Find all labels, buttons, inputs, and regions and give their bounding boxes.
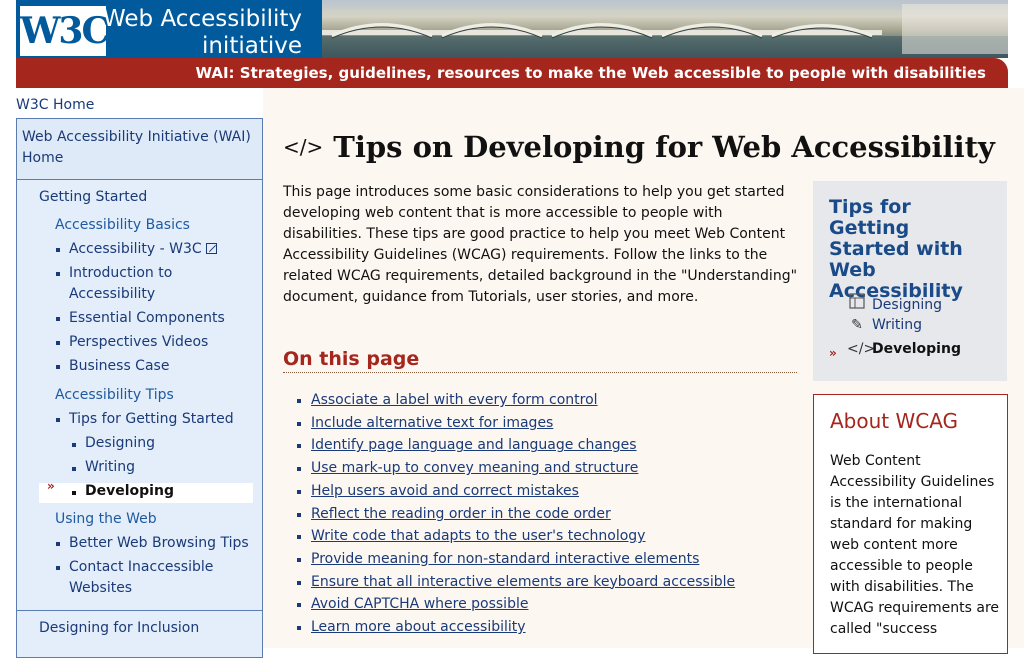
sidebar-item-label: Contact Inaccessible Websites <box>69 559 214 596</box>
toc-item: Use mark-up to convey meaning and struct… <box>297 457 735 480</box>
page-title: </> Tips on Developing for Web Accessibil… <box>283 130 995 164</box>
toc-item: Reflect the reading order in the code or… <box>297 503 735 526</box>
sidebar-item-designing[interactable]: Designing <box>72 435 155 451</box>
toc-link[interactable]: Learn more about accessibility <box>311 619 526 635</box>
sidebar-section-getting-started[interactable]: Getting Started <box>39 189 147 205</box>
bridge-image <box>322 4 1008 58</box>
sidebar-item-business-case[interactable]: Business Case <box>56 356 170 377</box>
sidebar-item-essential-components[interactable]: Essential Components <box>56 308 225 329</box>
about-wcag-box: About WCAG Web Content Accessibility Gui… <box>813 394 1008 654</box>
sidebar-item-label: Introduction to Accessibility <box>69 265 173 302</box>
sidebar-item-label: Developing <box>85 483 174 499</box>
tips-box-title[interactable]: Tips for Getting Started with Web Access… <box>829 197 991 302</box>
toc-item: Learn more about accessibility <box>297 616 735 639</box>
w3c-logo: W3C <box>20 6 110 56</box>
toc-item: Write code that adapts to the user's tec… <box>297 525 735 548</box>
toc-link[interactable]: Identify page language and language chan… <box>311 437 637 453</box>
toc-item: Include alternative text for images <box>297 412 735 435</box>
sidebar-item-label: Better Web Browsing Tips <box>69 535 249 551</box>
sidebar-item-label: Business Case <box>69 358 170 374</box>
tips-item-writing[interactable]: ✎ Writing <box>847 317 922 333</box>
sidebar-item-developing[interactable]: Developing <box>72 483 174 499</box>
toc-link[interactable]: Avoid CAPTCHA where possible <box>311 596 528 612</box>
about-wcag-text: Web Content Accessibility Guidelines is … <box>830 453 1000 637</box>
sidebar-item-label: Essential Components <box>69 310 225 326</box>
sidebar-group-using-the-web[interactable]: Using the Web <box>55 511 157 527</box>
tips-item-label: Designing <box>872 297 942 313</box>
tips-item-label: Developing <box>872 341 961 357</box>
site-name-line1: Web Accessibility <box>103 6 302 32</box>
w3c-home-link[interactable]: W3C Home <box>16 97 94 113</box>
toc-link[interactable]: Ensure that all interactive elements are… <box>311 574 735 590</box>
sidebar-group-accessibility-basics[interactable]: Accessibility Basics <box>55 217 190 233</box>
toc-item: Help users avoid and correct mistakes <box>297 480 735 503</box>
toc-item: Avoid CAPTCHA where possible <box>297 593 735 616</box>
toc-link[interactable]: Help users avoid and correct mistakes <box>311 483 579 499</box>
sidebar-item-label: Designing <box>85 435 155 451</box>
tips-item-developing: </>Developing <box>847 341 961 357</box>
sidebar-item-perspectives-videos[interactable]: Perspectives Videos <box>56 332 209 353</box>
sidebar-divider <box>17 610 262 611</box>
tips-item-label: Writing <box>872 317 922 333</box>
sidebar-item-label: Accessibility - W3C <box>69 241 202 257</box>
tips-item-designing[interactable]: Designing <box>847 293 942 313</box>
toc-link[interactable]: Use mark-up to convey meaning and struct… <box>311 460 638 476</box>
layout-icon <box>847 293 867 313</box>
site-tagline: WAI: Strategies, guidelines, resources t… <box>195 64 987 82</box>
sidebar-item-accessibility-w3c[interactable]: Accessibility - W3C <box>56 239 218 260</box>
sidebar-section-designing-inclusion[interactable]: Designing for Inclusion <box>39 620 199 636</box>
sidebar-item-introduction[interactable]: Introduction to Accessibility <box>56 263 199 305</box>
toc-link[interactable]: Provide meaning for non-standard interac… <box>311 551 699 567</box>
sidebar-item-label: Perspectives Videos <box>69 334 209 350</box>
on-this-page-heading: On this page <box>283 348 797 373</box>
banner-photo <box>322 0 1008 58</box>
pencil-icon: ✎ <box>851 317 863 333</box>
current-page-arrow-icon: » <box>47 479 55 493</box>
sidebar-item-tips-getting-started[interactable]: Tips for Getting Started <box>56 409 234 430</box>
sidebar-item-label: Writing <box>85 459 135 475</box>
sidebar-wai-home-link[interactable]: Web Accessibility Initiative (WAI) Home <box>17 119 262 180</box>
toc-link[interactable]: Include alternative text for images <box>311 415 553 431</box>
sidebar-item-label: Tips for Getting Started <box>69 411 234 427</box>
intro-paragraph: This page introduces some basic consider… <box>283 184 798 305</box>
toc-item: Identify page language and language chan… <box>297 434 735 457</box>
toc-item: Provide meaning for non-standard interac… <box>297 548 735 571</box>
wai-logo-link[interactable]: W3C Web Accessibility initiative <box>16 0 322 59</box>
code-icon: </> <box>847 341 876 357</box>
main-content: </> Tips on Developing for Web Accessibil… <box>263 88 1024 654</box>
toc-link[interactable]: Write code that adapts to the user's tec… <box>311 528 645 544</box>
toc-link[interactable]: Associate a label with every form contro… <box>311 392 598 408</box>
toc-item: Ensure that all interactive elements are… <box>297 571 735 594</box>
about-wcag-title: About WCAG <box>830 409 959 433</box>
table-of-contents: Associate a label with every form contro… <box>297 389 735 639</box>
sidebar-group-accessibility-tips[interactable]: Accessibility Tips <box>55 387 174 403</box>
site-name-line2: initiative <box>201 33 302 59</box>
toc-item: Associate a label with every form contro… <box>297 389 735 412</box>
code-icon: </> <box>283 135 324 159</box>
site-banner: W3C Web Accessibility initiative WAI: St… <box>16 0 1008 88</box>
tips-getting-started-box: Tips for Getting Started with Web Access… <box>813 181 1007 381</box>
page-title-text: Tips on Developing for Web Accessibility <box>333 130 995 164</box>
sidebar-item-better-browsing[interactable]: Better Web Browsing Tips <box>56 533 249 554</box>
tagline-bar: WAI: Strategies, guidelines, resources t… <box>16 58 1008 88</box>
toc-link[interactable]: Reflect the reading order in the code or… <box>311 506 611 522</box>
sidebar-item-writing[interactable]: Writing <box>72 459 135 475</box>
sidebar-item-contact-inaccessible[interactable]: Contact Inaccessible Websites <box>56 557 219 599</box>
sidebar-nav: Web Accessibility Initiative (WAI) Home … <box>16 118 263 658</box>
current-page-arrow-icon: » <box>829 346 837 360</box>
external-link-icon <box>206 243 218 254</box>
